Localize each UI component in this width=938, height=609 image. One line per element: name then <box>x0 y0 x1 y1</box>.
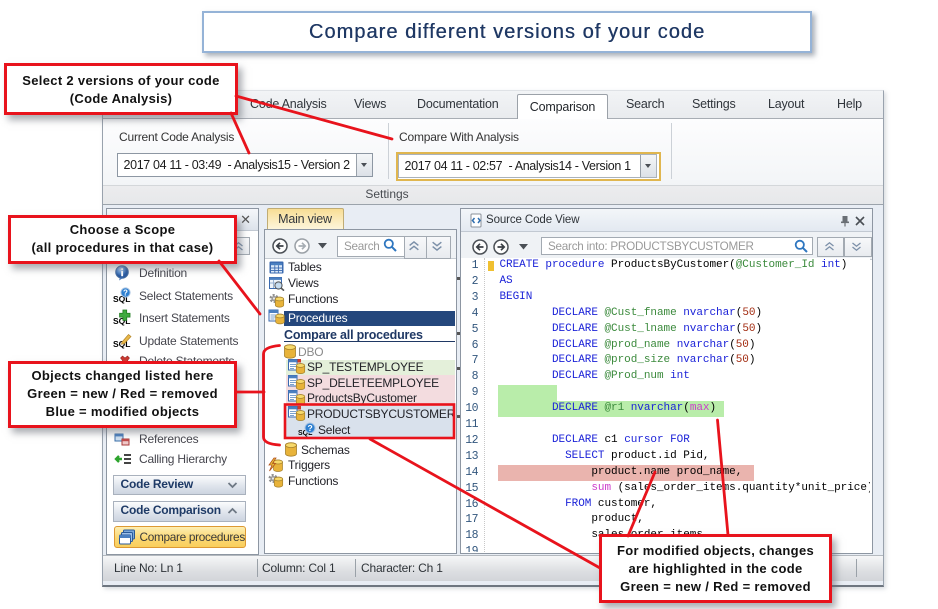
svg-text:?: ? <box>308 423 313 433</box>
svg-text:?: ? <box>123 289 128 298</box>
svg-text:SQL: SQL <box>113 316 130 326</box>
